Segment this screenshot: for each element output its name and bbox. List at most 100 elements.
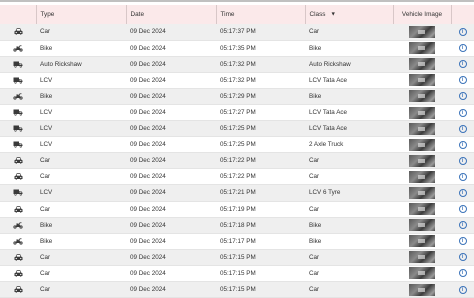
cell-info: i xyxy=(451,137,474,153)
cell-info: i xyxy=(451,88,474,104)
vehicle-thumbnail-image[interactable] xyxy=(409,283,435,296)
info-icon[interactable]: i xyxy=(458,60,467,69)
info-icon[interactable]: i xyxy=(458,76,467,85)
vehicle-thumbnail-image[interactable] xyxy=(409,251,435,264)
table-row[interactable]: Bike 09 Dec 2024 05:17:17 PM Bike i xyxy=(0,233,474,250)
cell-info: i xyxy=(451,24,474,40)
vehicle-type-icon-cell xyxy=(0,185,36,201)
vehicle-type-icon-cell xyxy=(0,56,36,72)
car-icon xyxy=(0,270,36,277)
info-icon[interactable]: i xyxy=(458,269,467,278)
table-row[interactable]: Car 09 Dec 2024 05:17:37 PM Car i xyxy=(0,24,474,41)
table-row[interactable]: LCV 09 Dec 2024 05:17:25 PM 2 Axle Truck i xyxy=(0,137,474,153)
cell-class: 2 Axle Truck xyxy=(309,141,344,149)
cell-type: Car xyxy=(40,173,51,181)
cell-class: Car xyxy=(309,286,320,294)
cell-class: Car xyxy=(309,157,320,165)
info-icon[interactable]: i xyxy=(458,124,467,133)
table-row[interactable]: LCV 09 Dec 2024 05:17:27 PM LCV Tata Ace i xyxy=(0,104,474,121)
table-row[interactable]: Car 09 Dec 2024 05:17:22 PM Car i xyxy=(0,169,474,185)
table-row[interactable]: Car 09 Dec 2024 05:17:15 PM Car i xyxy=(0,249,474,266)
info-icon[interactable]: i xyxy=(458,140,467,149)
vehicle-thumbnail-image[interactable] xyxy=(409,106,435,119)
cell-vehicle-image xyxy=(393,249,451,265)
cell-date: 09 Dec 2024 xyxy=(130,221,166,229)
cell-info: i xyxy=(451,40,474,56)
sort-descending-icon[interactable]: ▼ xyxy=(330,12,335,18)
cell-time: 05:17:32 PM xyxy=(220,76,256,84)
cell-vehicle-image xyxy=(393,217,451,233)
cell-vehicle-image xyxy=(393,56,451,72)
cell-vehicle-image xyxy=(393,169,451,185)
info-icon[interactable]: i xyxy=(458,108,467,117)
vehicle-thumbnail-image[interactable] xyxy=(409,186,435,199)
info-icon[interactable]: i xyxy=(458,253,467,262)
table-row[interactable]: Car 09 Dec 2024 05:17:15 PM Car i xyxy=(0,281,474,298)
table-row[interactable]: LCV 09 Dec 2024 05:17:21 PM LCV 6 Tyre i xyxy=(0,184,474,202)
header-date[interactable]: Date xyxy=(125,5,216,24)
table-header-row: Type Date Time Class ▼ Vehicle Image xyxy=(0,5,474,24)
info-icon[interactable]: i xyxy=(458,221,467,230)
vehicle-type-icon-cell xyxy=(0,88,36,104)
cell-date: 09 Dec 2024 xyxy=(130,109,166,117)
cell-class: Car xyxy=(309,269,320,277)
vehicle-thumbnail-image[interactable] xyxy=(409,138,435,151)
bike-icon xyxy=(0,44,36,52)
info-icon[interactable]: i xyxy=(458,44,467,53)
vehicle-type-icon-cell xyxy=(0,217,36,233)
cell-vehicle-image xyxy=(393,282,451,298)
header-class[interactable]: Class ▼ xyxy=(304,5,393,24)
info-icon[interactable]: i xyxy=(458,205,467,214)
header-time[interactable]: Time xyxy=(215,5,305,24)
cell-class: LCV Tata Ace xyxy=(309,76,348,84)
vehicle-thumbnail-image[interactable] xyxy=(409,267,435,280)
info-icon[interactable]: i xyxy=(458,237,467,246)
vehicle-thumbnail-image[interactable] xyxy=(409,203,435,216)
cell-type: Car xyxy=(40,157,51,165)
vehicle-thumbnail-image[interactable] xyxy=(409,235,435,248)
table-row[interactable]: LCV 09 Dec 2024 05:17:25 PM LCV Tata Ace i xyxy=(0,120,474,137)
vehicle-type-icon-cell xyxy=(0,40,36,56)
vehicle-thumbnail-image[interactable] xyxy=(409,42,435,55)
cell-info: i xyxy=(451,265,474,281)
table-row[interactable]: Car 09 Dec 2024 05:17:22 PM Car i xyxy=(0,152,474,169)
vehicle-type-icon-cell xyxy=(0,104,36,120)
table-row[interactable]: Auto Rickshaw 09 Dec 2024 05:17:32 PM Auto … xyxy=(0,56,474,73)
vehicle-thumbnail-image[interactable] xyxy=(409,154,435,167)
truck-icon xyxy=(0,189,36,197)
vehicle-thumbnail-image[interactable] xyxy=(409,58,435,71)
info-icon[interactable]: i xyxy=(458,285,467,294)
cell-time: 05:17:22 PM xyxy=(220,157,256,165)
car-icon xyxy=(0,205,36,213)
header-type[interactable]: Type xyxy=(35,5,126,24)
vehicle-thumbnail-image[interactable] xyxy=(409,25,435,38)
table-row[interactable]: Bike 09 Dec 2024 05:17:18 PM Bike i xyxy=(0,217,474,234)
table-row[interactable]: Car 09 Dec 2024 05:17:15 PM Car i xyxy=(0,265,474,282)
cell-time: 05:17:21 PM xyxy=(220,189,256,197)
vehicle-thumbnail-image[interactable] xyxy=(409,122,435,135)
info-icon[interactable]: i xyxy=(458,172,467,181)
cell-time: 05:17:17 PM xyxy=(220,237,256,245)
table-row[interactable]: Bike 09 Dec 2024 05:17:35 PM Bike i xyxy=(0,40,474,57)
table-row[interactable]: LCV 09 Dec 2024 05:17:32 PM LCV Tata Ace i xyxy=(0,72,474,89)
vehicle-type-icon-cell xyxy=(0,169,36,185)
table-row[interactable]: Bike 09 Dec 2024 05:17:29 PM Bike i xyxy=(0,88,474,105)
header-vehicle-image-label: Vehicle Image xyxy=(401,11,443,18)
vehicle-thumbnail-image[interactable] xyxy=(409,219,435,232)
cell-time: 05:17:19 PM xyxy=(220,205,256,213)
cell-type: LCV xyxy=(40,76,53,84)
cell-vehicle-image xyxy=(393,104,451,120)
vehicle-thumbnail-image[interactable] xyxy=(409,74,435,87)
vehicle-thumbnail-image[interactable] xyxy=(409,170,435,183)
cell-date: 09 Dec 2024 xyxy=(130,157,166,165)
info-icon[interactable]: i xyxy=(458,188,467,197)
cell-date: 09 Dec 2024 xyxy=(130,173,166,181)
cell-info: i xyxy=(451,153,474,169)
cell-date: 09 Dec 2024 xyxy=(130,237,166,245)
info-icon[interactable]: i xyxy=(458,27,467,36)
info-icon[interactable]: i xyxy=(458,156,467,165)
cell-info: i xyxy=(451,217,474,233)
info-icon[interactable]: i xyxy=(458,92,467,101)
vehicle-thumbnail-image[interactable] xyxy=(409,90,435,103)
table-row[interactable]: Car 09 Dec 2024 05:17:19 PM Car i xyxy=(0,201,474,218)
